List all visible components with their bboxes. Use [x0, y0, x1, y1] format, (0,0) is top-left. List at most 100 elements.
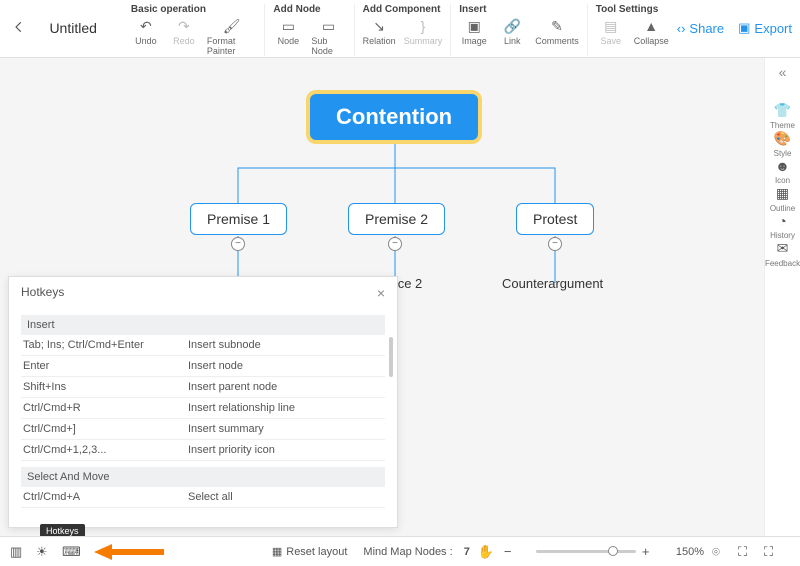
hotkey-row: EnterInsert node [21, 356, 385, 377]
hotkey-section: Insert [21, 315, 385, 335]
share-button[interactable]: ‹›Share [677, 21, 724, 36]
hotkey-keys: Ctrl/Cmd+1,2,3... [23, 444, 188, 456]
undo-button[interactable]: ↶Undo [131, 17, 161, 56]
scrollbar[interactable] [389, 337, 393, 377]
export-button[interactable]: ▣Export [738, 20, 792, 36]
document-title[interactable]: Untitled [49, 20, 96, 36]
brightness-icon[interactable]: ☀ [36, 544, 52, 560]
hotkeys-title: Hotkeys [21, 285, 64, 301]
hotkey-desc: Insert priority icon [188, 444, 383, 456]
group-label: Basic operation [131, 4, 257, 15]
tool-label: Comments [535, 36, 579, 46]
child-node[interactable]: Protest [516, 203, 594, 235]
sidebar-label: Style [774, 149, 792, 158]
collapse-toggle[interactable]: − [388, 237, 402, 251]
format-painter-button[interactable]: 🖌Format Painter [207, 17, 257, 56]
back-button[interactable] [12, 20, 31, 40]
tool-label: Collapse [634, 36, 669, 46]
tool-label: Link [504, 36, 521, 46]
hotkeys-panel: Hotkeys × InsertTab; Ins; Ctrl/Cmd+Enter… [8, 276, 398, 528]
redo-icon: ↷ [175, 17, 193, 35]
tool-label: Format Painter [207, 36, 257, 56]
hotkey-desc: Insert node [188, 360, 383, 372]
zoom-level: 150% [676, 546, 704, 558]
outline-icon: ▦ [776, 185, 789, 202]
undo-icon: ↶ [137, 17, 155, 35]
collapse-sidebar-icon[interactable]: « [779, 64, 787, 80]
sidebar-item-theme[interactable]: 👕Theme [765, 102, 800, 130]
subnode-icon: ▭ [320, 17, 338, 35]
right-sidebar: « 👕Theme🎨Style☻ Icon▦ Outline◔ History✉ Feed… [764, 58, 800, 536]
hotkey-keys: Ctrl/Cmd+A [23, 491, 188, 503]
hotkey-row: Ctrl/Cmd+1,2,3...Insert priority icon [21, 440, 385, 461]
group-label: Insert [459, 4, 579, 15]
format-painter-icon: 🖌 [223, 17, 241, 35]
leaf-node[interactable]: Counterargument [502, 276, 603, 291]
icon-icon: ☻ [775, 158, 790, 174]
fit-icon[interactable]: ⛶ [738, 544, 754, 560]
relation-button[interactable]: ↘Relation [363, 17, 396, 46]
zoom-slider[interactable] [536, 550, 636, 553]
reset-layout-button[interactable]: ▦Reset layout [272, 545, 348, 558]
hand-icon[interactable]: ✋ [478, 544, 494, 560]
sidebar-item-icon[interactable]: ☻ Icon [765, 158, 800, 185]
tool-label: Undo [135, 36, 157, 46]
hotkey-desc: Insert relationship line [188, 402, 383, 414]
redo-button: ↷Redo [169, 17, 199, 56]
zoom-in-button[interactable]: + [642, 544, 658, 560]
sidebar-item-history[interactable]: ◔ History [765, 213, 800, 240]
sidebar-label: Feedback [765, 259, 800, 268]
target-icon[interactable]: ⌾ [712, 544, 728, 560]
hotkey-section: Select And Move [21, 467, 385, 487]
hotkey-keys: Ctrl/Cmd+R [23, 402, 188, 414]
child-node[interactable]: Premise 2 [348, 203, 445, 235]
sidebar-item-feedback[interactable]: ✉ Feedback [765, 240, 800, 268]
hotkey-row: Ctrl/Cmd+ASelect all [21, 487, 385, 508]
layout-icon[interactable]: ▥ [10, 544, 26, 560]
relation-icon: ↘ [370, 17, 388, 35]
tool-label: Sub Node [311, 36, 345, 56]
tool-label: Relation [363, 36, 396, 46]
node-button[interactable]: ▭Node [273, 17, 303, 56]
hotkey-keys: Shift+Ins [23, 381, 188, 393]
group-label: Add Component [363, 4, 443, 15]
zoom-out-button[interactable]: − [504, 544, 520, 560]
summary-icon: } [414, 17, 432, 35]
hotkey-row: Ctrl/Cmd+RInsert relationship line [21, 398, 385, 419]
comments-icon: ✎ [548, 17, 566, 35]
hotkey-desc: Select all [188, 491, 383, 503]
sidebar-label: Icon [775, 176, 790, 185]
close-icon[interactable]: × [377, 285, 385, 301]
sidebar-label: Outline [770, 204, 795, 213]
hotkey-row: Ctrl/Cmd+]Insert summary [21, 419, 385, 440]
image-button[interactable]: ▣Image [459, 17, 489, 46]
collapse-toggle[interactable]: − [548, 237, 562, 251]
hotkey-keys: Ctrl/Cmd+] [23, 423, 188, 435]
group-label: Add Node [273, 4, 345, 15]
group-label: Tool Settings [596, 4, 669, 15]
image-icon: ▣ [465, 17, 483, 35]
sidebar-label: History [770, 231, 795, 240]
theme-icon: 👕 [774, 102, 791, 119]
child-node[interactable]: Premise 1 [190, 203, 287, 235]
share-icon: ‹› [677, 21, 686, 36]
sidebar-item-style[interactable]: 🎨Style [765, 130, 800, 158]
link-button[interactable]: 🔗Link [497, 17, 527, 46]
hotkey-row: Shift+InsInsert parent node [21, 377, 385, 398]
hotkey-desc: Insert subnode [188, 339, 383, 351]
tool-label: Redo [173, 36, 195, 46]
comments-button[interactable]: ✎Comments [535, 17, 579, 46]
save-button: ▤Save [596, 17, 626, 46]
tool-label: Summary [404, 36, 443, 46]
subnode-button[interactable]: ▭Sub Node [311, 17, 345, 56]
fullscreen-icon[interactable]: ⛶ [764, 544, 780, 560]
keyboard-icon[interactable]: ⌨ [62, 544, 78, 560]
tool-label: Node [278, 36, 300, 46]
collapse-toggle[interactable]: − [231, 237, 245, 251]
sidebar-item-outline[interactable]: ▦ Outline [765, 185, 800, 213]
top-toolbar: Untitled Basic operation ↶Undo ↷Redo 🖌Forma… [0, 0, 800, 58]
feedback-icon: ✉ [777, 240, 789, 257]
root-node[interactable]: Contention [310, 94, 478, 140]
collapse-button[interactable]: ▲Collapse [634, 17, 669, 46]
history-icon: ◔ [778, 213, 786, 229]
